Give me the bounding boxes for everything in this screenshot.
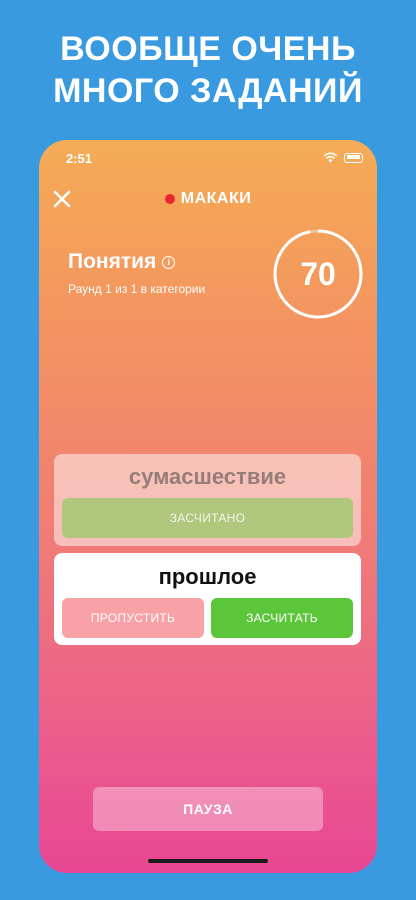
promo-headline-line1: ВООБЩЕ ОЧЕНЬ — [60, 30, 356, 68]
pause-button[interactable]: ПАУЗА — [93, 787, 323, 831]
word-card-active: прошлое ПРОПУСТИТЬ ЗАСЧИТАТЬ — [54, 553, 361, 645]
phone-screen: 2:51 МАКАКИ Понятия i Раунд 1 из 1 в кат… — [39, 140, 377, 873]
round-subtitle: Раунд 1 из 1 в категории — [68, 282, 206, 296]
wifi-icon — [323, 152, 338, 163]
timer: 70 — [272, 228, 364, 320]
status-time: 2:51 — [66, 151, 93, 166]
team-indicator: МАКАКИ — [39, 190, 377, 208]
team-name: МАКАКИ — [180, 190, 252, 207]
counted-status-button: ЗАСЧИТАНО — [62, 498, 353, 538]
active-word: прошлое — [158, 564, 257, 589]
category-name: Понятия — [68, 250, 157, 273]
timer-value: 70 — [300, 255, 336, 292]
word-card-done: сумасшествие ЗАСЧИТАНО — [54, 454, 361, 546]
battery-icon — [344, 152, 363, 163]
accept-button[interactable]: ЗАСЧИТАТЬ — [211, 598, 353, 638]
status-icons — [323, 152, 363, 163]
done-word: сумасшествие — [128, 464, 287, 489]
skip-button[interactable]: ПРОПУСТИТЬ — [62, 598, 204, 638]
home-indicator[interactable] — [148, 859, 268, 863]
category-title: Понятия i — [68, 250, 176, 274]
team-color-dot — [164, 194, 175, 204]
promo-headline-line2: МНОГО ЗАДАНИЙ — [53, 72, 363, 110]
promo-headline: ВООБЩЕ ОЧЕНЬ МНОГО ЗАДАНИЙ — [0, 28, 416, 112]
info-icon[interactable]: i — [162, 255, 176, 269]
